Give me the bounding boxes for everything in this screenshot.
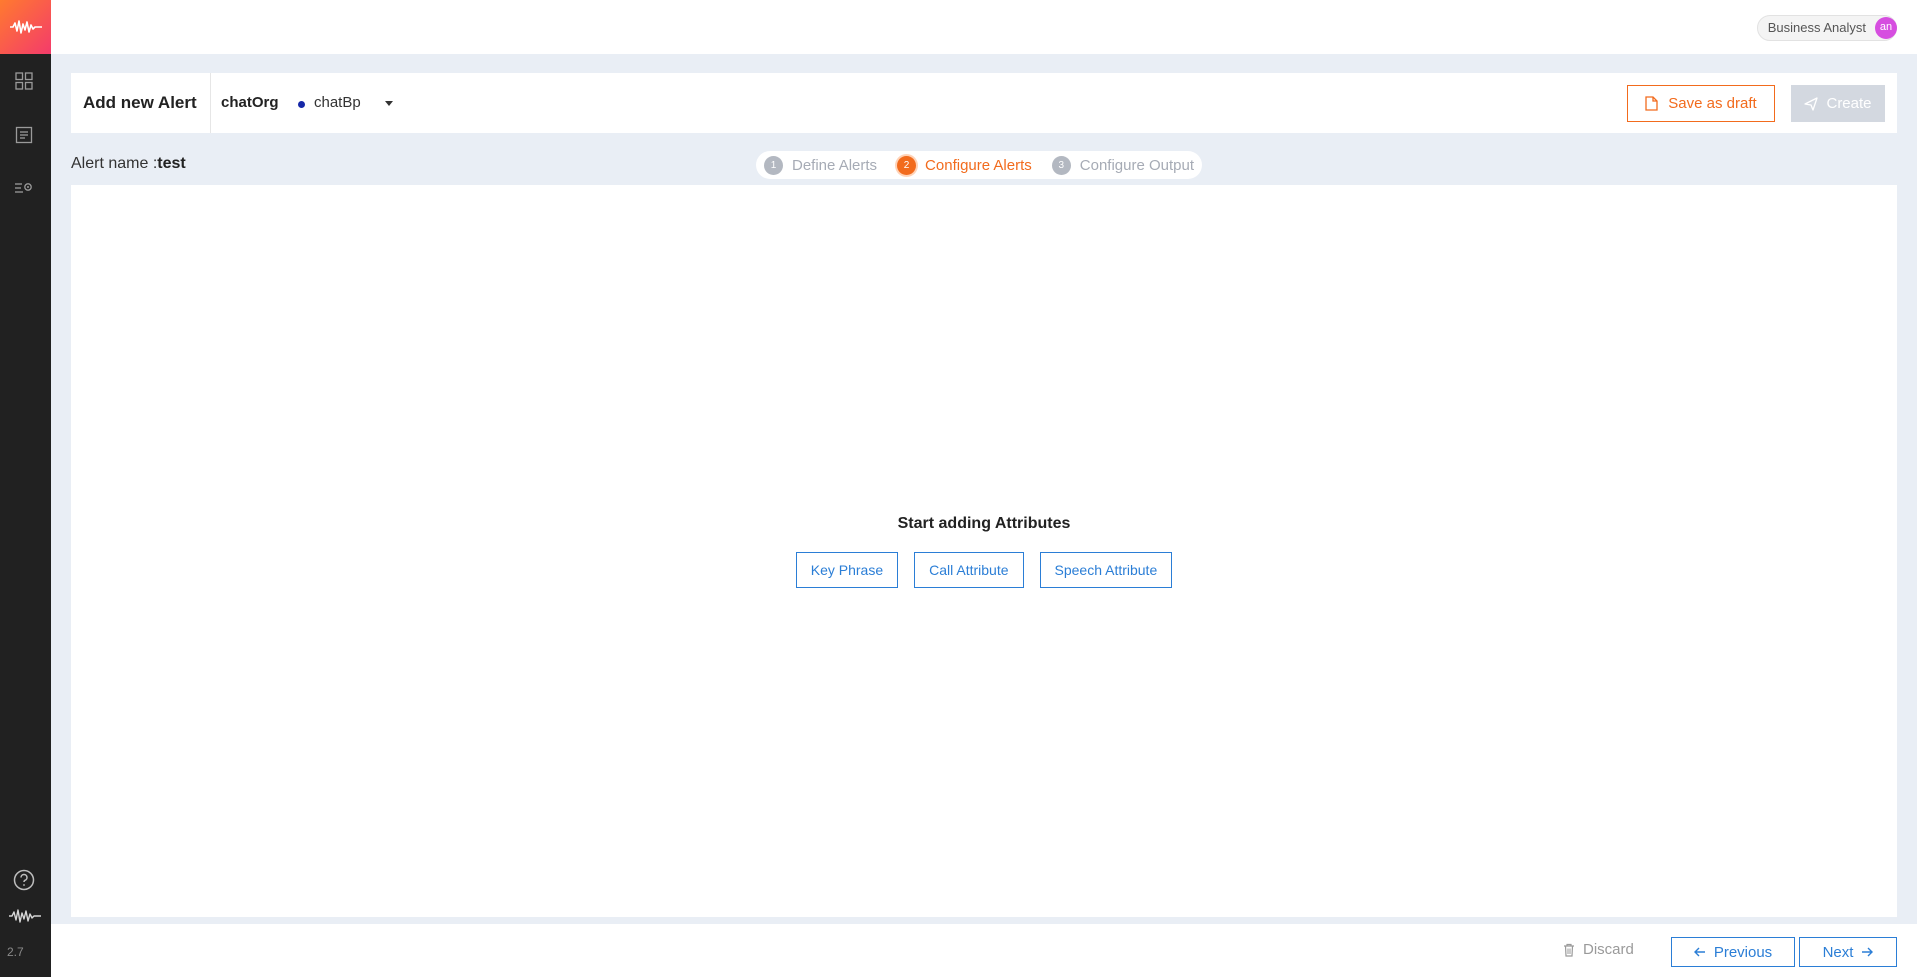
- bp-selector-label[interactable]: chatBp: [314, 73, 361, 133]
- previous-label: Previous: [1713, 943, 1773, 961]
- call-attribute-button[interactable]: Call Attribute: [914, 552, 1024, 588]
- step-label: Define Alerts: [792, 156, 878, 174]
- trash-icon: [1564, 943, 1574, 957]
- step-number: 2: [897, 155, 917, 175]
- alert-name-label: Alert name :: [71, 155, 158, 172]
- step-number: 3: [1051, 155, 1071, 175]
- topbar: Business Analyst an: [51, 0, 1917, 54]
- document-list-icon: [15, 126, 33, 144]
- create-label: Create: [1826, 95, 1872, 112]
- attribute-buttons: Key Phrase Call Attribute Speech Attribu…: [71, 552, 1897, 588]
- file-icon: [1645, 96, 1658, 111]
- bp-status-dot: [298, 101, 305, 108]
- stepper: 1 Define Alerts 2 Configure Alerts 3 Con…: [756, 151, 1203, 179]
- app-version: 2.7: [7, 945, 24, 959]
- app-logo[interactable]: [0, 0, 51, 54]
- avatar[interactable]: an: [1875, 17, 1897, 39]
- header-divider: [210, 73, 211, 133]
- step-label: Configure Alerts: [925, 156, 1032, 174]
- discard-button[interactable]: Discard: [1563, 941, 1634, 958]
- speech-attribute-button[interactable]: Speech Attribute: [1039, 552, 1173, 588]
- step-configure-alerts[interactable]: 2 Configure Alerts: [897, 155, 1032, 175]
- waveform-logo-icon: [9, 909, 41, 923]
- arrow-right-icon: [1862, 947, 1874, 957]
- sidebar-item-reports[interactable]: [12, 123, 36, 147]
- step-number: 1: [764, 155, 783, 175]
- alert-header: Add new Alert chatOrg chatBp Save as dra…: [71, 73, 1897, 133]
- step-define-alerts[interactable]: 1 Define Alerts: [764, 155, 878, 175]
- save-as-draft-button[interactable]: Save as draft: [1627, 85, 1775, 122]
- sidebar-item-dashboard[interactable]: [12, 69, 36, 93]
- next-button[interactable]: Next: [1799, 937, 1897, 967]
- sidebar: 2.7: [0, 0, 51, 977]
- alert-name: Alert name :test: [71, 155, 186, 173]
- send-icon: [1804, 96, 1819, 111]
- step-label: Configure Output: [1079, 156, 1195, 174]
- previous-button[interactable]: Previous: [1671, 937, 1795, 967]
- attributes-panel: Start adding Attributes Key Phrase Call …: [71, 185, 1897, 917]
- bottom-logo: [6, 904, 44, 928]
- page-title: Add new Alert: [83, 93, 197, 112]
- save-as-draft-label: Save as draft: [1668, 95, 1757, 112]
- caret-down-icon[interactable]: [385, 101, 393, 106]
- arrow-left-icon: [1693, 947, 1705, 957]
- discard-label: Discard: [1583, 941, 1634, 958]
- waveform-logo-icon: [9, 20, 42, 34]
- next-label: Next: [1822, 943, 1854, 961]
- sidebar-item-alert-settings[interactable]: [12, 176, 36, 200]
- settings-list-icon: [15, 183, 32, 193]
- create-button[interactable]: Create: [1791, 85, 1885, 122]
- help-button[interactable]: [12, 868, 36, 892]
- grid-icon: [15, 72, 33, 90]
- org-name: chatOrg: [221, 94, 279, 111]
- alert-name-value: test: [157, 155, 186, 172]
- step-configure-output[interactable]: 3 Configure Output: [1051, 155, 1195, 175]
- key-phrase-button[interactable]: Key Phrase: [795, 552, 899, 588]
- footer: Discard Previous Next: [51, 924, 1917, 977]
- empty-state-title: Start adding Attributes: [897, 515, 1071, 532]
- user-role-chip[interactable]: Business Analyst an: [1756, 15, 1897, 41]
- help-icon: [13, 869, 35, 891]
- user-role-label: Business Analyst: [1767, 20, 1866, 35]
